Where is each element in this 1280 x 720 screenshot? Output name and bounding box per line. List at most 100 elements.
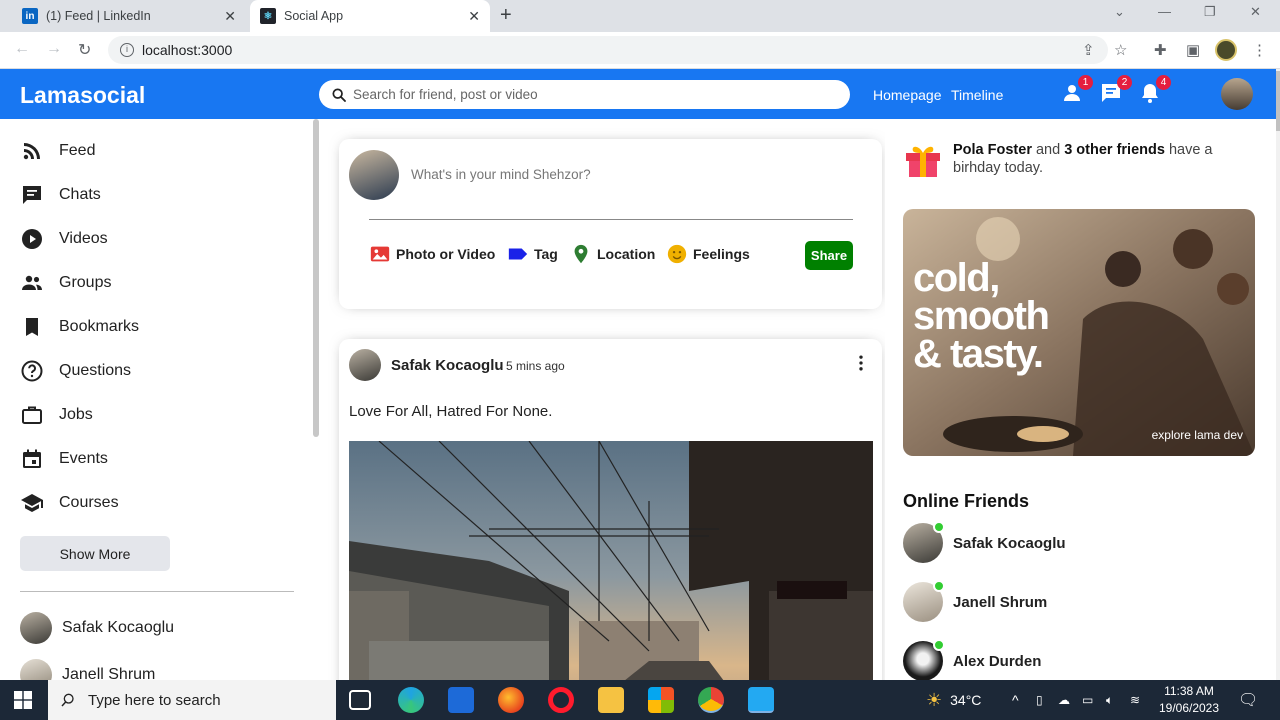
share-page-icon[interactable]: ⇪: [1082, 41, 1095, 59]
share-box: Photo or Video Tag Location Feelings Sha…: [339, 139, 882, 309]
post-image: [349, 441, 873, 680]
ad-headline: cold, smooth & tasty.: [913, 256, 1050, 376]
firefox-icon[interactable]: [498, 687, 524, 713]
clock-time: 11:38 AM: [1164, 684, 1214, 698]
side-panel-icon[interactable]: ▣: [1186, 41, 1200, 59]
tab-search-icon[interactable]: ⌄: [1114, 4, 1125, 20]
homepage-link[interactable]: Homepage: [873, 87, 942, 103]
weather-icon: ☀: [926, 689, 943, 710]
sidebar-item-courses[interactable]: Courses: [20, 490, 119, 516]
online-friend-item[interactable]: Janell Shrum: [903, 580, 1048, 622]
sidebar-item-label: Groups: [59, 274, 112, 291]
sidebar-item-label: Videos: [59, 230, 108, 247]
online-friends-title: Online Friends: [903, 491, 1030, 511]
mail-icon[interactable]: [448, 687, 474, 713]
sidebar-item-events[interactable]: Events: [20, 446, 108, 472]
device-icon[interactable]: ▯: [1036, 680, 1043, 720]
bookmark-star-icon[interactable]: ☆: [1114, 41, 1127, 59]
ad-line-3: & tasty.: [913, 332, 1044, 376]
back-icon[interactable]: ←: [14, 40, 30, 58]
weather-widget[interactable]: ☀ 34°C: [926, 680, 981, 720]
search-bar[interactable]: [319, 80, 850, 109]
timeline-link[interactable]: Timeline: [951, 87, 1003, 103]
post-author[interactable]: Safak Kocaoglu: [391, 357, 504, 374]
avatar: [349, 150, 399, 200]
close-tab-icon[interactable]: ✕: [468, 8, 480, 25]
store-icon[interactable]: [648, 687, 674, 713]
notifications-button[interactable]: 4: [1138, 75, 1171, 105]
online-friend-item[interactable]: Alex Durden: [903, 639, 1041, 680]
restore-button[interactable]: ❐: [1204, 4, 1216, 20]
tab-social-app[interactable]: ⚛ Social App ✕: [250, 0, 490, 32]
friend-requests-button[interactable]: 1: [1060, 75, 1093, 105]
cloud-icon[interactable]: ☁: [1058, 680, 1070, 720]
taskbar-clock[interactable]: 11:38 AM 19/06/2023: [1150, 683, 1228, 717]
forward-icon[interactable]: →: [46, 40, 62, 58]
share-option-photo[interactable]: Photo or Video: [369, 243, 495, 265]
messages-button[interactable]: 2: [1099, 75, 1132, 105]
minimize-button[interactable]: —: [1158, 4, 1171, 19]
battery-icon[interactable]: ▭: [1082, 680, 1093, 720]
sidebar-item-questions[interactable]: Questions: [20, 358, 131, 384]
close-tab-icon[interactable]: ✕: [224, 8, 236, 25]
sidebar-item-groups[interactable]: Groups: [20, 270, 111, 296]
search-input[interactable]: [353, 87, 833, 102]
vscode-icon[interactable]: [748, 687, 774, 713]
user-avatar[interactable]: [1221, 78, 1253, 110]
friend-list-item[interactable]: Safak Kocaoglu: [20, 612, 174, 644]
url-text: localhost:3000: [142, 42, 233, 58]
volume-icon[interactable]: 🔈︎: [1106, 680, 1113, 720]
sidebar-item-label: Feed: [59, 142, 96, 159]
profile-avatar[interactable]: [1215, 39, 1237, 61]
post-input[interactable]: [411, 167, 811, 182]
more-vert-icon[interactable]: [851, 353, 871, 373]
sidebar-item-bookmarks[interactable]: Bookmarks: [20, 314, 139, 340]
sidebar-item-videos[interactable]: Videos: [20, 226, 108, 252]
edge-icon[interactable]: [398, 687, 424, 713]
share-option-tag[interactable]: Tag: [507, 243, 558, 265]
taskbar-search[interactable]: Type here to search: [48, 680, 336, 720]
share-option-location[interactable]: Location: [570, 243, 655, 265]
extensions-icon[interactable]: ✚: [1154, 41, 1167, 59]
notification-center-icon[interactable]: 🗨︎: [1238, 680, 1258, 720]
ad-banner[interactable]: cold, smooth & tasty. explore lama dev: [903, 209, 1255, 456]
sidebar-item-jobs[interactable]: Jobs: [20, 402, 93, 428]
show-more-button[interactable]: Show More: [20, 536, 170, 571]
address-bar[interactable]: i localhost:3000: [108, 36, 1108, 64]
task-view-icon[interactable]: [349, 690, 371, 710]
sidebar-item-feed[interactable]: Feed: [20, 138, 95, 164]
online-friend-item[interactable]: Safak Kocaoglu: [903, 521, 1066, 563]
notifications-badge: 4: [1156, 75, 1171, 90]
app-logo[interactable]: Lamasocial: [20, 82, 145, 109]
ad-line-1: cold,: [913, 256, 1000, 300]
tab-linkedin[interactable]: in (1) Feed | LinkedIn ✕: [12, 0, 246, 32]
share-button[interactable]: Share: [805, 241, 853, 270]
friend-name: Janell Shrum: [62, 666, 156, 680]
sidebar-item-chats[interactable]: Chats: [20, 182, 101, 208]
file-explorer-icon[interactable]: [598, 687, 624, 713]
new-tab-button[interactable]: +: [500, 4, 512, 27]
avatar[interactable]: [349, 349, 381, 381]
page-scrollbar[interactable]: [1276, 69, 1280, 680]
location-pin-icon: [574, 244, 588, 264]
menu-dots-icon[interactable]: ⋮: [1252, 41, 1267, 59]
share-option-feelings[interactable]: Feelings: [666, 243, 750, 265]
friend-list-item[interactable]: Janell Shrum: [20, 659, 155, 680]
sidebar-item-label: Jobs: [59, 406, 93, 423]
avatar: [20, 612, 52, 644]
birthday-notice: Pola Foster and 3 other friends have a b…: [953, 141, 1233, 177]
chevron-up-icon[interactable]: ^: [1012, 680, 1019, 720]
friend-name: Janell Shrum: [953, 593, 1048, 611]
linkedin-icon: in: [22, 8, 38, 24]
sidebar-item-label: Events: [59, 450, 108, 467]
site-info-icon[interactable]: i: [120, 43, 134, 57]
ad-caption: explore lama dev: [1151, 428, 1243, 442]
close-window-button[interactable]: ✕: [1250, 4, 1261, 20]
windows-start-icon[interactable]: [14, 691, 32, 709]
post-time: 5 mins ago: [506, 359, 565, 373]
chrome-icon[interactable]: [698, 687, 724, 713]
opera-icon[interactable]: [548, 687, 574, 713]
reload-icon[interactable]: ↻: [78, 40, 91, 60]
page-scrollbar-thumb[interactable]: [1276, 71, 1280, 131]
wifi-icon[interactable]: ≋: [1130, 680, 1140, 720]
